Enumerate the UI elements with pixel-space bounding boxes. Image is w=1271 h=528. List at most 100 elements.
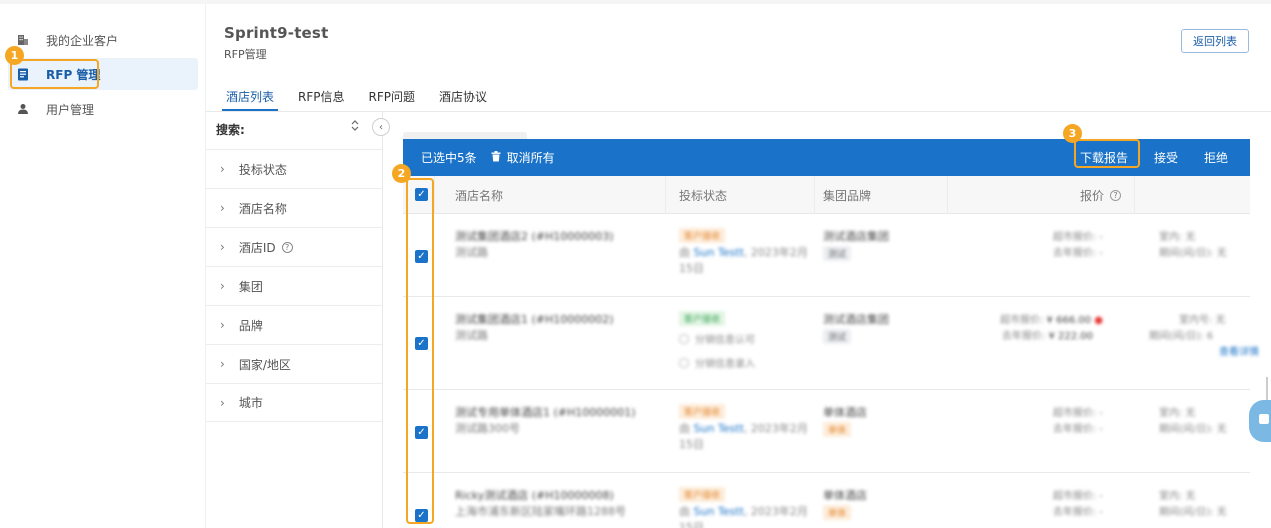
extra-info: 期间(间/日): 6 xyxy=(1149,331,1214,342)
status-badge: 客户接收 xyxy=(679,228,726,243)
highlight-checkbox-column xyxy=(406,178,434,524)
filter-label: 品牌 xyxy=(238,318,263,333)
hotel-group: 单体酒店 xyxy=(823,489,867,502)
hotel-address: 测试路300号 xyxy=(455,422,520,435)
status-badge: 客户接收 xyxy=(679,404,726,419)
filter-country-region[interactable]: › 国家/地区 xyxy=(206,344,383,383)
hotel-address: 测试路 xyxy=(455,329,488,342)
building-icon xyxy=(16,33,30,47)
highlight-rfp-nav xyxy=(10,59,99,89)
back-to-list-button[interactable]: 返回列表 xyxy=(1181,29,1249,53)
filter-label: 集团 xyxy=(238,279,263,294)
callout-badge: 3 xyxy=(1063,124,1082,143)
col-hotel-name: 酒店名称 xyxy=(455,188,504,203)
extra-info: 室内号: 无 xyxy=(1179,315,1226,326)
collapse-filter-button[interactable]: ‹ xyxy=(372,118,390,136)
page-title: Sprint9-test xyxy=(224,24,329,42)
status-badge: 客户接收 xyxy=(679,311,726,326)
brand-tag: 测试 xyxy=(823,246,852,261)
price-last-year: 去年报价: ¥ 222.00 xyxy=(1001,331,1093,342)
filter-label: 酒店ID xyxy=(238,240,276,255)
hotel-group: 单体酒店 xyxy=(823,406,867,419)
status-date: 15日 xyxy=(679,262,704,275)
radio-option[interactable]: 分销信息认可 xyxy=(679,331,755,346)
filter-panel: 搜索: › 投标状态 › 酒店名称 › 酒店ID ? › 集团 › 品牌 › 国… xyxy=(206,112,383,528)
filter-city[interactable]: › 城市 xyxy=(206,383,383,422)
price-current: 超市报价: - xyxy=(1052,232,1103,243)
tab-rfp-info[interactable]: RFP信息 xyxy=(286,84,356,110)
hotel-name: 测试集团酒店1 (#H10000002) xyxy=(455,313,614,326)
chat-bubble-icon[interactable] xyxy=(1249,400,1271,442)
tab-hotel-agreement[interactable]: 酒店协议 xyxy=(427,84,499,110)
user-icon xyxy=(16,102,30,116)
chevron-right-icon: › xyxy=(220,357,225,371)
help-icon[interactable]: ? xyxy=(281,241,293,253)
hotel-name: 测试集团酒店2 (#H10000003) xyxy=(455,230,614,243)
extra-info: 期间(间/日): 无 xyxy=(1159,507,1227,518)
sidebar-item-label: 我的企业客户 xyxy=(46,33,119,48)
highlight-download-report xyxy=(1074,139,1140,168)
chevron-right-icon: › xyxy=(220,395,225,410)
brand-tag: 单体 xyxy=(823,422,852,437)
col-price: 报价 ? xyxy=(1080,176,1122,214)
price-current: 超市报价: - xyxy=(1052,408,1103,419)
extra-info: 室内: 无 xyxy=(1159,408,1196,419)
sidebar-item-label: 用户管理 xyxy=(46,102,95,117)
trash-icon[interactable] xyxy=(491,150,501,165)
table-row[interactable]: ✓ 测试集团酒店2 (#H10000003) 测试路 客户接收 由 Sun Te… xyxy=(403,214,1250,297)
table-row[interactable]: ✓ Ricky测试酒店 (#H10000008) 上海市浦东新区陆家嘴环路128… xyxy=(403,473,1250,528)
extra-info: 室内: 无 xyxy=(1159,491,1196,502)
reject-button[interactable]: 拒绝 xyxy=(1204,149,1228,166)
table-row[interactable]: ✓ 测试专用单体酒店1 (#H10000001) 测试路300号 客户接收 由 … xyxy=(403,390,1250,473)
hotel-name: Ricky测试酒店 (#H10000008) xyxy=(455,489,614,502)
status-by: 由 Sun Testt, 2023年2月 xyxy=(679,422,808,435)
filter-label: 国家/地区 xyxy=(238,357,291,372)
table-row[interactable]: ✓ 测试集团酒店1 (#H10000002) 测试路 客户接收 分销信息认可 分… xyxy=(403,297,1259,390)
sort-toggle-icon[interactable] xyxy=(351,120,359,134)
chevron-right-icon: › xyxy=(220,318,225,332)
extra-info: 期间(间/日): 无 xyxy=(1159,424,1227,435)
hotel-name: 测试专用单体酒店1 (#H10000001) xyxy=(455,406,636,419)
filter-bid-status[interactable]: › 投标状态 xyxy=(206,149,383,188)
sidebar-item-enterprise-clients[interactable]: 我的企业客户 xyxy=(8,24,198,56)
col-price-label: 报价 xyxy=(1080,188,1105,203)
help-icon[interactable]: ? xyxy=(1110,189,1122,201)
filter-label: 城市 xyxy=(238,396,263,410)
table-header: ✓ 酒店名称 投标状态 集团品牌 报价 ? xyxy=(403,176,1250,214)
hotel-group: 测试酒店集团 xyxy=(823,313,889,326)
col-group-brand: 集团品牌 xyxy=(823,188,872,203)
tab-hotel-list[interactable]: 酒店列表 xyxy=(214,84,286,111)
filter-hotel-id[interactable]: › 酒店ID ? xyxy=(206,227,383,266)
status-date: 15日 xyxy=(679,521,704,528)
chevron-right-icon: › xyxy=(220,162,225,176)
radio-option[interactable]: 分销信息录入 xyxy=(679,355,755,370)
page-subtitle: RFP管理 xyxy=(224,48,267,61)
price-current: 超市报价: ¥ 666.00 ● xyxy=(999,315,1103,326)
clear-selection-button[interactable]: 取消所有 xyxy=(507,149,555,166)
status-badge: 客户接收 xyxy=(679,487,726,502)
extra-info: 室内: 无 xyxy=(1159,232,1196,243)
hotel-address: 上海市浦东新区陆家嘴环路1288号 xyxy=(455,505,626,518)
callout-badge: 1 xyxy=(5,46,24,65)
filter-hotel-name[interactable]: › 酒店名称 xyxy=(206,188,383,227)
selected-count: 已选中5条 xyxy=(421,151,477,165)
filter-label: 酒店名称 xyxy=(238,201,287,216)
chevron-left-icon: ‹ xyxy=(379,121,383,133)
filter-brand[interactable]: › 品牌 xyxy=(206,305,383,344)
chevron-right-icon: › xyxy=(220,279,225,293)
col-bid-status: 投标状态 xyxy=(679,188,728,203)
price-current: 超市报价: - xyxy=(1052,491,1103,502)
status-by: 由 Sun Testt, 2023年2月 xyxy=(679,246,808,259)
brand-tag: 测试 xyxy=(823,329,852,344)
view-details-link[interactable]: 查看详情 xyxy=(1219,343,1259,358)
brand-tag: 单体 xyxy=(823,505,852,520)
accept-button[interactable]: 接受 xyxy=(1154,149,1178,166)
sidebar-item-user-management[interactable]: 用户管理 xyxy=(8,93,198,125)
hotel-group: 测试酒店集团 xyxy=(823,230,889,243)
hotel-table: 已选中5条 取消所有 下载报告 接受 拒绝 ✓ 酒店名称 投标状态 集团品牌 报… xyxy=(403,112,1271,528)
filter-group[interactable]: › 集团 xyxy=(206,266,383,305)
filter-label: 投标状态 xyxy=(238,162,287,177)
tab-rfp-questions[interactable]: RFP问题 xyxy=(357,84,427,110)
status-by: 由 Sun Testt, 2023年2月 xyxy=(679,505,808,518)
price-last-year: 去年报价: - xyxy=(1052,507,1103,518)
